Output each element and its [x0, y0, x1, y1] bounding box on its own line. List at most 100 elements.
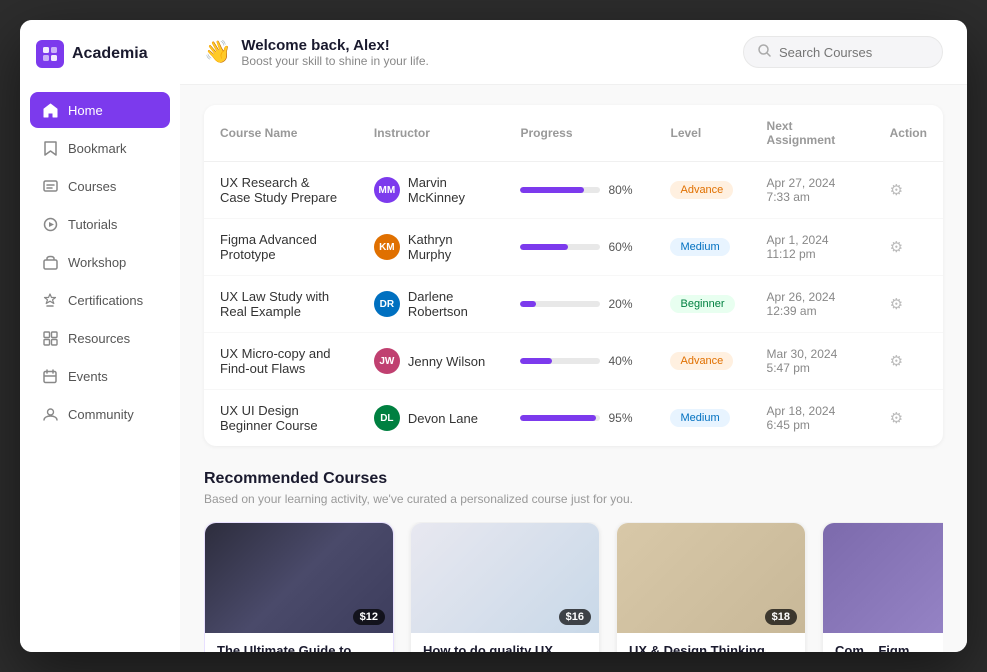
welcome-section: 👋 Welcome back, Alex! Boost your skill t…: [204, 37, 429, 68]
cell-instructor: DR Darlene Robertson: [358, 276, 505, 333]
sidebar-item-workshop[interactable]: Workshop: [30, 244, 170, 280]
cell-assignment: Apr 26, 2024 12:39 am: [751, 276, 874, 333]
cell-action[interactable]: ⚙: [874, 390, 943, 447]
course-card[interactable]: $22 Com... Figm... Learn...: [822, 522, 943, 652]
sidebar-item-workshop-label: Workshop: [68, 255, 126, 270]
content-area: Course Name Instructor Progress Level Ne…: [180, 85, 967, 652]
instructor-avatar: KM: [374, 234, 400, 260]
card-body: Com... Figm... Learn...: [823, 633, 943, 652]
cell-course-name: Figma Advanced Prototype: [204, 219, 358, 276]
cell-progress: 80%: [504, 162, 654, 219]
progress-bar-fill: [520, 415, 596, 421]
search-input[interactable]: [779, 45, 928, 60]
logo-text: Academia: [72, 45, 148, 63]
settings-icon[interactable]: ⚙: [890, 353, 903, 370]
tutorials-icon: [42, 216, 58, 232]
cell-action[interactable]: ⚙: [874, 219, 943, 276]
col-progress: Progress: [504, 105, 654, 162]
settings-icon[interactable]: ⚙: [890, 182, 903, 199]
card-image-bg: [823, 523, 943, 633]
instructor-avatar: DL: [374, 405, 400, 431]
search-icon: [758, 44, 771, 60]
home-icon: [42, 102, 58, 118]
sidebar-item-bookmark[interactable]: Bookmark: [30, 130, 170, 166]
sidebar-item-events[interactable]: Events: [30, 358, 170, 394]
bookmark-icon: [42, 140, 58, 156]
cell-course-name: UX Research & Case Study Prepare: [204, 162, 358, 219]
cell-level: Medium: [654, 390, 750, 447]
card-title: Com... Figm...: [835, 643, 943, 652]
cell-level: Medium: [654, 219, 750, 276]
progress-value: 80%: [608, 183, 638, 197]
sidebar-item-tutorials[interactable]: Tutorials: [30, 206, 170, 242]
sidebar-item-home-label: Home: [68, 103, 103, 118]
sidebar-item-resources-label: Resources: [68, 331, 130, 346]
instructor-name: Darlene Robertson: [408, 289, 489, 319]
card-title: How to do quality UX Audit for e-commerc…: [423, 643, 587, 652]
price-badge: $18: [765, 609, 797, 625]
settings-icon[interactable]: ⚙: [890, 239, 903, 256]
sidebar-item-tutorials-label: Tutorials: [68, 217, 117, 232]
sidebar-logo: Academia: [20, 40, 180, 92]
card-title: The Ultimate Guide to Usability Testing …: [217, 643, 381, 652]
cell-level: Advance: [654, 333, 750, 390]
cell-assignment: Mar 30, 2024 5:47 pm: [751, 333, 874, 390]
col-action: Action: [874, 105, 943, 162]
table-row: UX UI Design Beginner Course DL Devon La…: [204, 390, 943, 447]
cell-progress: 40%: [504, 333, 654, 390]
table-row: Figma Advanced Prototype KM Kathryn Murp…: [204, 219, 943, 276]
cell-action[interactable]: ⚙: [874, 333, 943, 390]
level-badge: Advance: [670, 181, 733, 199]
welcome-subtitle: Boost your skill to shine in your life.: [241, 54, 428, 68]
cell-instructor: MM Marvin McKinney: [358, 162, 505, 219]
progress-value: 60%: [608, 240, 638, 254]
cell-assignment: Apr 18, 2024 6:45 pm: [751, 390, 874, 447]
course-card[interactable]: $18 UX & Design Thinking Quick Start to …: [616, 522, 806, 652]
table: Course Name Instructor Progress Level Ne…: [204, 105, 943, 446]
card-title: UX & Design Thinking Quick Start to Beco…: [629, 643, 793, 652]
recommended-subtitle: Based on your learning activity, we've c…: [204, 492, 943, 506]
search-bar[interactable]: [743, 36, 943, 68]
cell-course-name: UX Micro-copy and Find-out Flaws: [204, 333, 358, 390]
sidebar-item-home[interactable]: Home: [30, 92, 170, 128]
sidebar-item-resources[interactable]: Resources: [30, 320, 170, 356]
community-icon: [42, 406, 58, 422]
sidebar-item-certifications-label: Certifications: [68, 293, 143, 308]
col-level: Level: [654, 105, 750, 162]
cell-progress: 20%: [504, 276, 654, 333]
sidebar-item-certifications[interactable]: Certifications: [30, 282, 170, 318]
col-course-name: Course Name: [204, 105, 358, 162]
cell-action[interactable]: ⚙: [874, 276, 943, 333]
level-badge: Medium: [670, 238, 729, 256]
resources-icon: [42, 330, 58, 346]
sidebar-item-courses[interactable]: Courses: [30, 168, 170, 204]
courses-table: Course Name Instructor Progress Level Ne…: [204, 105, 943, 446]
course-card[interactable]: $12 The Ultimate Guide to Usability Test…: [204, 522, 394, 652]
recommended-cards: $12 The Ultimate Guide to Usability Test…: [204, 522, 943, 652]
cell-action[interactable]: ⚙: [874, 162, 943, 219]
table-row: UX Law Study with Real Example DR Darlen…: [204, 276, 943, 333]
col-instructor: Instructor: [358, 105, 505, 162]
progress-bar-bg: [520, 358, 600, 364]
progress-bar-fill: [520, 358, 552, 364]
price-badge: $16: [559, 609, 591, 625]
cell-progress: 95%: [504, 390, 654, 447]
cell-instructor: DL Devon Lane: [358, 390, 505, 447]
price-badge: $12: [353, 609, 385, 625]
progress-value: 20%: [608, 297, 638, 311]
progress-bar-bg: [520, 244, 600, 250]
sidebar-item-community[interactable]: Community: [30, 396, 170, 432]
sidebar: Academia Home Bookmark: [20, 20, 180, 652]
progress-bar-bg: [520, 301, 600, 307]
settings-icon[interactable]: ⚙: [890, 410, 903, 427]
settings-icon[interactable]: ⚙: [890, 296, 903, 313]
welcome-title: Welcome back, Alex!: [241, 37, 428, 54]
cell-instructor: KM Kathryn Murphy: [358, 219, 505, 276]
instructor-avatar: MM: [374, 177, 400, 203]
app-window: Academia Home Bookmark: [20, 20, 967, 652]
sidebar-navigation: Home Bookmark: [20, 92, 180, 432]
course-card[interactable]: $16 How to do quality UX Audit for e-com…: [410, 522, 600, 652]
progress-bar-bg: [520, 187, 600, 193]
logo-icon: [36, 40, 64, 68]
table-row: UX Micro-copy and Find-out Flaws JW Jenn…: [204, 333, 943, 390]
